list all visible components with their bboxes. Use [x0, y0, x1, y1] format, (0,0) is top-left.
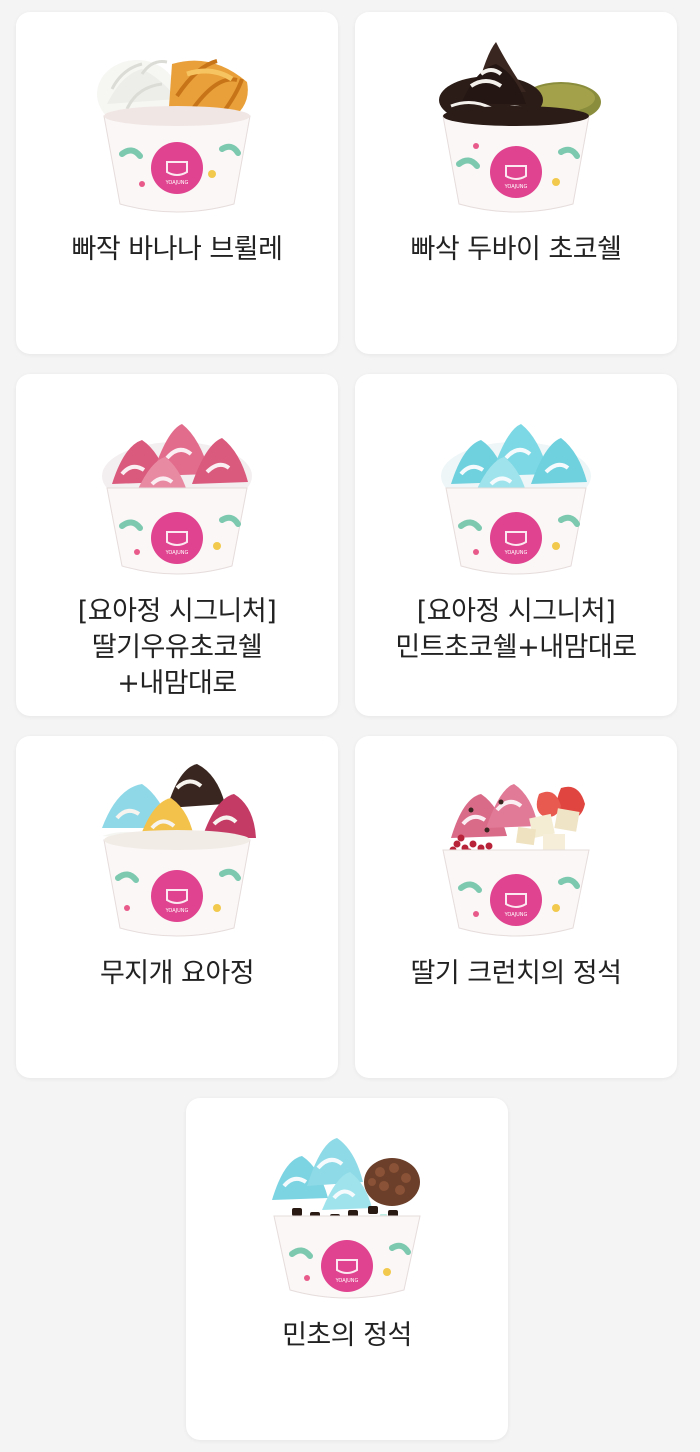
- yoajung-logo: [151, 142, 203, 194]
- menu-item-name: [요아정 시그니처] 민트초코쉘+내맘대로: [395, 596, 637, 663]
- yoajung-logo: [321, 1240, 373, 1292]
- menu-card-strawberry-crunch[interactable]: YOAJUNG 딸기 크런치의 정석: [355, 736, 677, 1078]
- menu-card-banana-brulee[interactable]: YOAJUNG 빠작 바나나 브륄레: [16, 12, 338, 354]
- menu-item-name: 딸기 크런치의 정석: [410, 958, 622, 989]
- strawberry-crunch-cup-image: YOAJUNG: [442, 784, 590, 937]
- menu-card-strawberry-milk-chocoshell[interactable]: YOAJUNG [요아정 시그니처] 딸기우유초코쉘 +내맘대로: [16, 374, 338, 716]
- rainbow-yoajung-cup-image: YOAJUNG: [102, 764, 256, 937]
- menu-card-mint-chocoshell[interactable]: YOAJUNG [요아정 시그니처] 민트초코쉘+내맘대로: [355, 374, 677, 716]
- yoajung-logo-text: YOAJUNG: [165, 908, 189, 914]
- yoajung-logo-text: YOAJUNG: [504, 184, 528, 190]
- menu-card-dubai-chocoshell[interactable]: YOAJUNG 빠삭 두바이 초코쉘: [355, 12, 677, 354]
- yoajung-logo-text: YOAJUNG: [335, 1278, 359, 1284]
- yoajung-logo: [490, 146, 542, 198]
- yoajung-logo-text: YOAJUNG: [165, 180, 189, 186]
- menu-item-name: [요아정 시그니처] 딸기우유초코쉘 +내맘대로: [77, 596, 277, 699]
- yoajung-logo-text: YOAJUNG: [504, 550, 528, 556]
- menu-item-name: 빠작 바나나 브륄레: [71, 234, 283, 265]
- yoajung-logo-text: YOAJUNG: [504, 912, 528, 918]
- menu-item-name: 빠삭 두바이 초코쉘: [410, 234, 622, 265]
- dubai-chocoshell-cup-image: YOAJUNG: [439, 42, 601, 213]
- menu-card-mint-choco-classic[interactable]: YOAJUNG 민초의 정석: [186, 1098, 508, 1440]
- menu-card-rainbow-yoajung[interactable]: YOAJUNG 무지개 요아정: [16, 736, 338, 1078]
- yoajung-logo: [151, 870, 203, 922]
- strawberry-milk-chocoshell-cup-image: YOAJUNG: [102, 424, 252, 575]
- yoajung-logo: [490, 874, 542, 926]
- mint-chocoshell-cup-image: YOAJUNG: [441, 424, 591, 575]
- yoajung-logo-text: YOAJUNG: [165, 550, 189, 556]
- menu-item-name: 민초의 정석: [282, 1320, 412, 1351]
- yoajung-logo: [151, 512, 203, 564]
- mint-choco-classic-cup-image: YOAJUNG: [272, 1138, 421, 1299]
- banana-brulee-cup-image: YOAJUNG: [97, 59, 251, 213]
- yoajung-logo: [490, 512, 542, 564]
- menu-item-name: 무지개 요아정: [99, 958, 255, 989]
